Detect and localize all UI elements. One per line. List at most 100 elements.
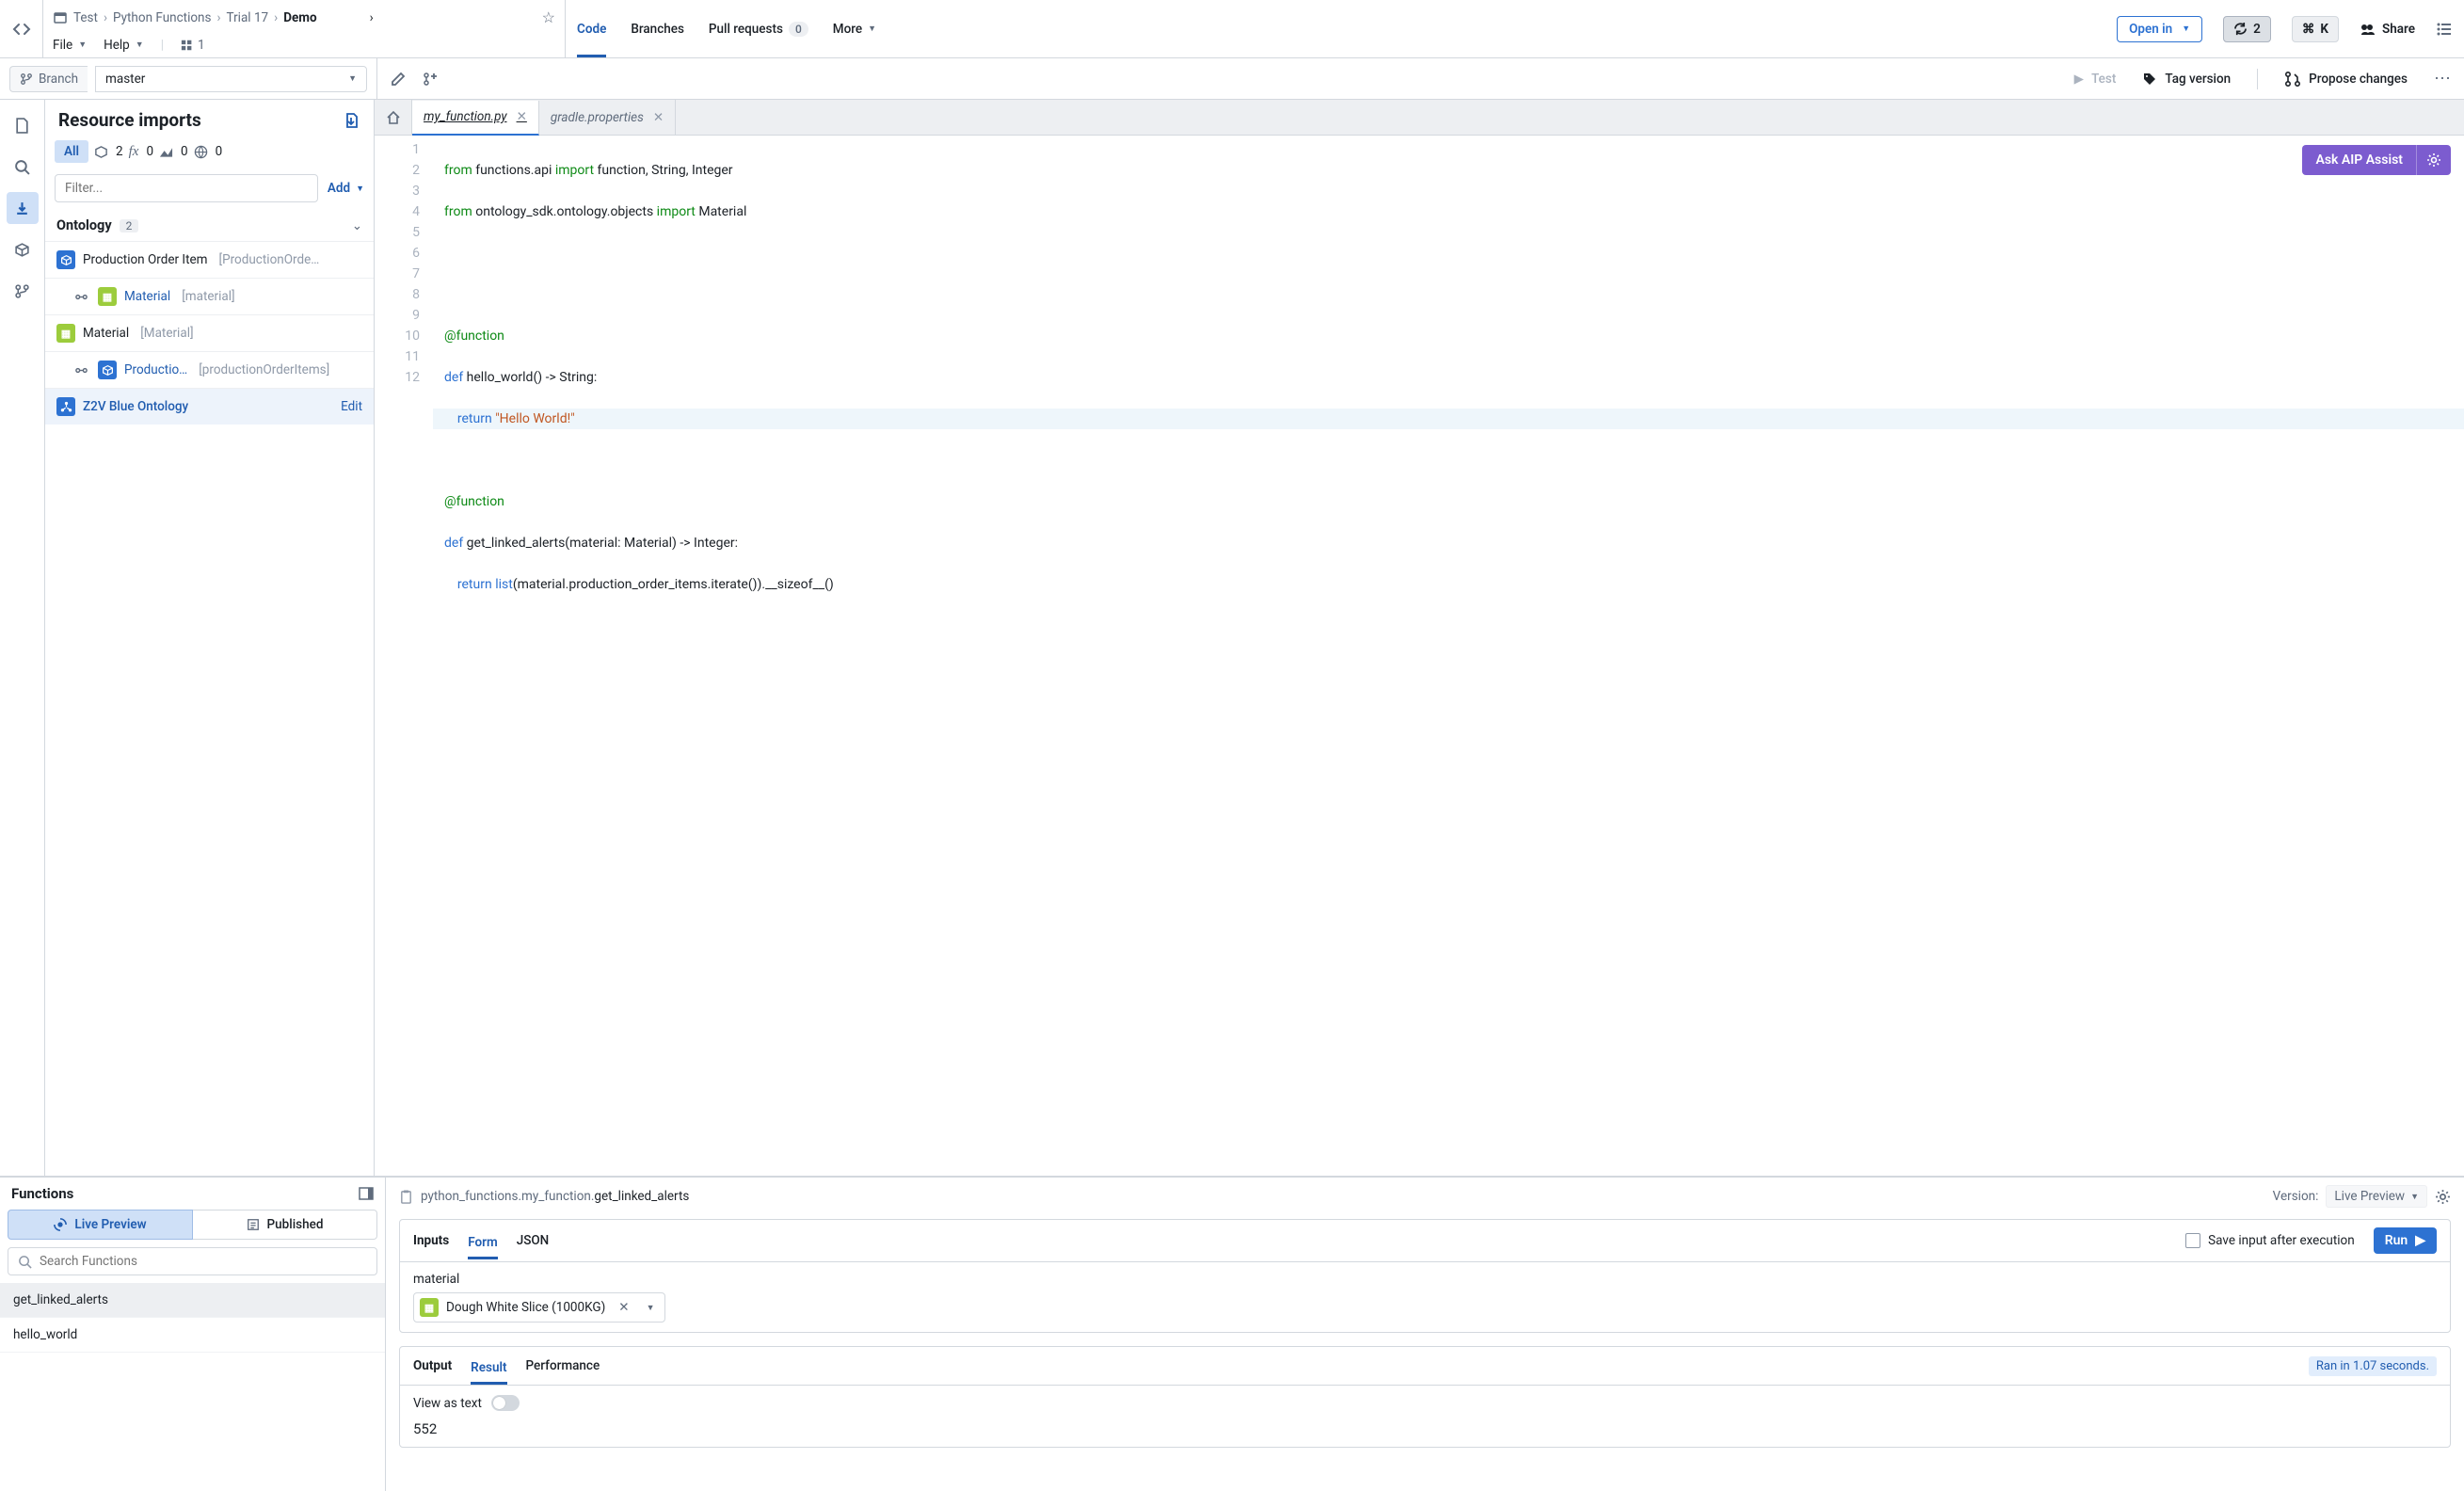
add-button[interactable]: Add▼ (328, 181, 364, 196)
save-input-checkbox[interactable]: Save input after execution (2185, 1233, 2355, 1248)
performance-tab[interactable]: Performance (526, 1355, 600, 1377)
tab-code[interactable]: Code (577, 0, 606, 57)
result-tab[interactable]: Result (471, 1356, 506, 1385)
panel-toggle-icon[interactable] (359, 1186, 374, 1201)
breadcrumb-seg[interactable]: Trial 17 (227, 10, 269, 25)
param-label: material (413, 1272, 2437, 1287)
inputs-title: Inputs (413, 1233, 449, 1248)
branch-label: Branch (9, 66, 88, 92)
ontology-footer[interactable]: Z2V Blue Ontology Edit (45, 388, 374, 425)
gear-icon[interactable] (2417, 145, 2451, 175)
branch-select[interactable]: master ▼ (95, 66, 367, 92)
rail-files-icon[interactable] (7, 109, 39, 141)
list-icon[interactable] (2436, 21, 2453, 38)
form-tab[interactable]: Form (468, 1231, 498, 1259)
app-logo[interactable] (0, 0, 43, 57)
rail-search-icon[interactable] (7, 151, 39, 183)
gear-icon[interactable] (2435, 1189, 2451, 1205)
version-label: Version: (2273, 1189, 2319, 1204)
close-icon[interactable]: ✕ (653, 110, 664, 125)
repo-count[interactable]: 1 (181, 38, 205, 53)
line-gutter: 123 456 789 101112 (375, 136, 433, 1176)
tag-version-button[interactable]: Tag version (2142, 72, 2231, 87)
filter-all[interactable]: All (55, 140, 88, 163)
clear-icon[interactable]: ✕ (615, 1300, 632, 1315)
play-icon: ▶ (2415, 1233, 2425, 1248)
propose-changes-button[interactable]: Propose changes (2284, 71, 2408, 88)
function-item[interactable]: hello_world (0, 1318, 385, 1353)
command-icon: ⌘ (2302, 22, 2315, 37)
share-button[interactable]: Share (2360, 22, 2415, 37)
file-tab-active[interactable]: my_function.py ✕ (412, 101, 539, 136)
ontology-item[interactable]: Production Order Item [ProductionOrde… (45, 241, 374, 278)
link-icon (72, 287, 90, 306)
search-functions[interactable] (8, 1247, 377, 1275)
sync-button[interactable]: 2 (2223, 16, 2271, 42)
file-tab[interactable]: gradle.properties ✕ (539, 100, 676, 135)
view-as-text-toggle[interactable] (491, 1395, 520, 1411)
material-icon: ▦ (98, 287, 117, 306)
code-content[interactable]: from functions.api import function, Stri… (433, 136, 2464, 1176)
rail-package-icon[interactable] (7, 233, 39, 265)
filter-web[interactable]: 0 (194, 144, 223, 159)
add-branch-icon[interactable] (423, 71, 440, 88)
rail-branch-icon[interactable] (7, 275, 39, 307)
cube-icon (98, 361, 117, 379)
tab-branches[interactable]: Branches (631, 0, 684, 57)
code-icon (12, 20, 31, 39)
sidebar-title: Resource imports (58, 109, 201, 131)
edit-link[interactable]: Edit (341, 399, 362, 414)
filter-functions[interactable]: fx 0 (129, 144, 153, 160)
version-select[interactable]: Live Preview▼ (2326, 1185, 2427, 1208)
open-in-button[interactable]: Open in▼ (2117, 16, 2202, 42)
ontology-section-header[interactable]: Ontology 2 ⌄ (45, 210, 374, 241)
tab-pull-requests[interactable]: Pull requests0 (709, 0, 808, 57)
rail-imports-icon[interactable] (7, 192, 39, 224)
search-functions-input[interactable] (40, 1254, 367, 1269)
published-tab[interactable]: Published (193, 1210, 377, 1240)
edit-icon[interactable] (391, 72, 406, 87)
filter-input[interactable] (55, 174, 318, 202)
left-rail (0, 100, 45, 1176)
ontology-item[interactable]: ▦ Material [Material] (45, 314, 374, 351)
live-preview-tab[interactable]: Live Preview (8, 1210, 193, 1240)
ontology-icon (56, 397, 75, 416)
cmd-k-button[interactable]: ⌘ K (2292, 16, 2339, 42)
material-input[interactable]: ▦ Dough White Slice (1000KG) ✕ ▼ (413, 1292, 665, 1323)
close-icon[interactable]: ✕ (517, 109, 527, 124)
run-status: Ran in 1.07 seconds. (2309, 1356, 2437, 1376)
app-header: Test › Python Functions › Trial 17 › Dem… (0, 0, 2464, 58)
filter-objects[interactable]: 2 (94, 144, 123, 159)
chevron-down-icon: ⌄ (352, 218, 362, 233)
home-tab[interactable] (375, 100, 412, 135)
link-icon (72, 361, 90, 379)
json-tab[interactable]: JSON (517, 1229, 550, 1252)
clipboard-icon[interactable] (399, 1190, 413, 1204)
breadcrumb-seg[interactable]: Python Functions (113, 10, 211, 25)
ontology-link-item[interactable]: ▦ Material [material] (45, 278, 374, 314)
tab-more[interactable]: More▼ (833, 0, 876, 57)
code-editor[interactable]: 123 456 789 101112 from functions.api im… (375, 136, 2464, 1176)
ontology-link-item[interactable]: Productio… [productionOrderItems] (45, 351, 374, 388)
import-icon[interactable] (344, 112, 360, 129)
help-menu[interactable]: Help▼ (104, 38, 144, 53)
view-as-text-label: View as text (413, 1396, 482, 1411)
play-icon: ▶ (2074, 72, 2084, 87)
file-tabs: my_function.py ✕ gradle.properties ✕ (375, 100, 2464, 136)
breadcrumb-seg[interactable]: Test (73, 10, 98, 25)
file-menu[interactable]: File▼ (53, 38, 87, 53)
function-item[interactable]: get_linked_alerts (0, 1283, 385, 1318)
material-icon: ▦ (56, 324, 75, 343)
chevron-down-icon[interactable]: ▼ (643, 1303, 659, 1313)
filter-dashboards[interactable]: 0 (159, 144, 188, 159)
breadcrumb-more[interactable]: › (370, 10, 374, 25)
test-button[interactable]: ▶ Test (2074, 72, 2117, 87)
run-panel: python_functions.my_function.get_linked_… (386, 1178, 2464, 1491)
repo-icon (53, 10, 68, 25)
cube-icon (56, 250, 75, 269)
ai-assist-button[interactable]: Ask AIP Assist (2302, 145, 2451, 175)
run-button[interactable]: Run ▶ (2374, 1227, 2437, 1254)
more-icon[interactable]: ⋯ (2434, 69, 2451, 88)
breadcrumb-current: Demo (283, 10, 316, 25)
star-icon[interactable]: ☆ (542, 8, 555, 26)
